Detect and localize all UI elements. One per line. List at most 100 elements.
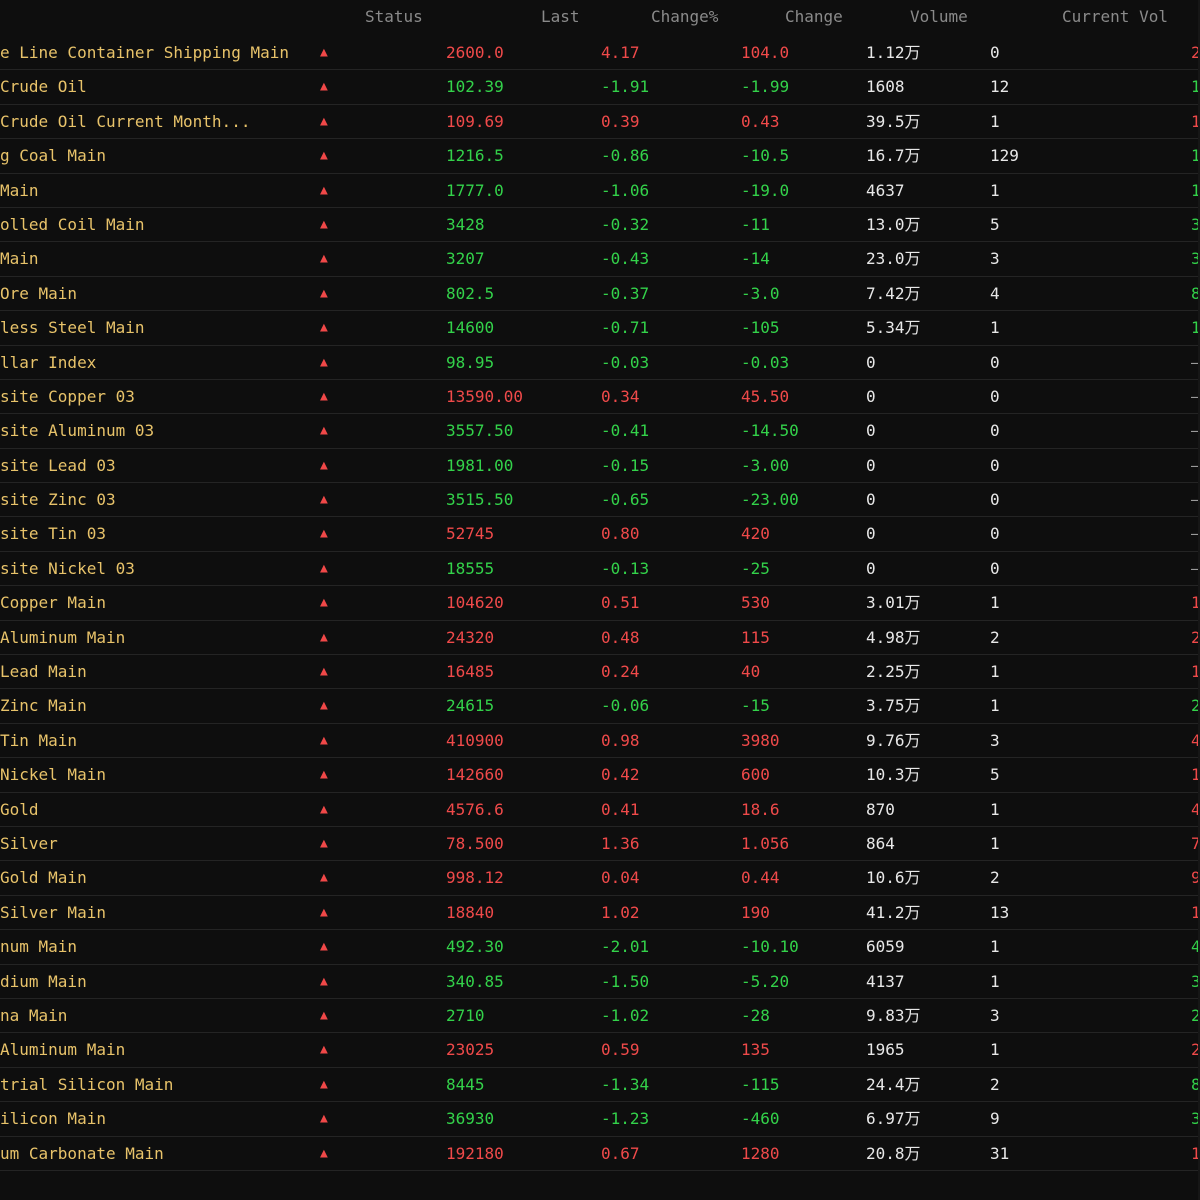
change-value: 1.056 bbox=[741, 833, 790, 853]
header-volume[interactable]: Volume bbox=[910, 7, 968, 26]
status-up-icon: ▲ bbox=[320, 560, 328, 576]
table-row[interactable]: Silver Main ▲ 18840 1.02 190 41.2万 13 1 bbox=[0, 896, 1200, 931]
status-up-icon: ▲ bbox=[320, 629, 328, 645]
table-row[interactable]: site Copper 03 ▲ 13590.00 0.34 45.50 0 0– bbox=[0, 380, 1200, 415]
change-percent: 0.48 bbox=[601, 627, 640, 647]
table-row[interactable]: ilicon Main ▲ 36930 -1.23 -460 6.97万 9 3 bbox=[0, 1102, 1200, 1137]
current-volume-value: 2 bbox=[990, 627, 1000, 647]
status-up-icon: ▲ bbox=[320, 79, 328, 95]
change-value: 0.43 bbox=[741, 111, 780, 131]
table-row[interactable]: Main ▲ 3207 -0.43 -14 23.0万 3 3 bbox=[0, 242, 1200, 277]
current-volume-value: 1 bbox=[990, 799, 1000, 819]
table-row[interactable]: site Aluminum 03 ▲ 3557.50 -0.41 -14.50 0 0– bbox=[0, 414, 1200, 449]
change-value: -5.20 bbox=[741, 971, 790, 991]
table-row[interactable]: site Nickel 03 ▲ 18555 -0.13 -25 0 0– bbox=[0, 552, 1200, 587]
change-value: 190 bbox=[741, 902, 770, 922]
volume-value: 1.12万 bbox=[866, 43, 921, 62]
volume-value: 10.3万 bbox=[866, 765, 921, 785]
instrument-name: dium Main bbox=[0, 971, 87, 991]
status-up-icon: ▲ bbox=[320, 457, 328, 473]
instrument-name: site Copper 03 bbox=[0, 386, 135, 406]
volume-value: 3.01万 bbox=[866, 593, 921, 613]
table-row[interactable]: Aluminum Main ▲ 23025 0.59 135 1965 1 2 bbox=[0, 1033, 1200, 1068]
table-row[interactable]: Ore Main ▲ 802.5 -0.37 -3.0 7.42万 4 8 bbox=[0, 277, 1200, 312]
status-up-icon: ▲ bbox=[320, 526, 328, 542]
status-up-icon: ▲ bbox=[320, 835, 328, 851]
change-value: -3.00 bbox=[741, 455, 790, 475]
table-row[interactable]: Zinc Main ▲ 24615 -0.06 -15 3.75万 1 2 bbox=[0, 689, 1200, 724]
last-price: 104620 bbox=[446, 593, 504, 613]
change-percent: 4.17 bbox=[601, 43, 640, 62]
table-row[interactable]: um Carbonate Main ▲ 192180 0.67 1280 20.8万 31 1 bbox=[0, 1137, 1200, 1171]
header-change[interactable]: Change bbox=[785, 7, 843, 26]
last-price: 802.5 bbox=[446, 283, 495, 303]
table-row[interactable]: Main ▲ 1777.0 -1.06 -19.0 4637 1 1 bbox=[0, 174, 1200, 208]
table-row[interactable]: Nickel Main ▲ 142660 0.42 600 10.3万 5 1 bbox=[0, 758, 1200, 793]
change-value: -3.0 bbox=[741, 283, 780, 303]
volume-value: 0 bbox=[866, 352, 876, 372]
last-price: 2600.0 bbox=[446, 43, 504, 62]
table-row[interactable]: llar Index ▲ 98.95 -0.03 -0.03 0 0– bbox=[0, 346, 1200, 380]
table-row[interactable]: olled Coil Main ▲ 3428 -0.32 -11 13.0万 5 3 bbox=[0, 208, 1200, 243]
table-row[interactable]: Gold Main ▲ 998.12 0.04 0.44 10.6万 2 9 bbox=[0, 861, 1200, 896]
header-change-pct[interactable]: Change% bbox=[651, 7, 718, 26]
last-price: 23025 bbox=[446, 1040, 495, 1060]
table-row[interactable]: na Main ▲ 2710 -1.02 -28 9.83万 3 2 bbox=[0, 999, 1200, 1034]
change-percent: 0.04 bbox=[601, 868, 640, 888]
change-value: 40 bbox=[741, 662, 761, 682]
current-volume-value: 1 bbox=[990, 180, 1000, 200]
status-up-icon: ▲ bbox=[320, 388, 328, 404]
change-value: 3980 bbox=[741, 730, 780, 750]
volume-value: 7.42万 bbox=[866, 283, 921, 303]
current-volume-value: 129 bbox=[990, 146, 1019, 166]
quote-board: Status Last Change% Change Volume Curren… bbox=[0, 0, 1200, 1200]
current-volume-value: 0 bbox=[990, 558, 1000, 578]
table-row[interactable]: Copper Main ▲ 104620 0.51 530 3.01万 1 1 bbox=[0, 586, 1200, 621]
last-price: 8445 bbox=[446, 1074, 485, 1094]
volume-value: 6059 bbox=[866, 937, 905, 957]
current-volume-value: 5 bbox=[990, 214, 1000, 234]
table-row[interactable]: Gold ▲ 4576.6 0.41 18.6 870 1 4 bbox=[0, 793, 1200, 827]
instrument-name: Gold Main bbox=[0, 868, 87, 888]
table-row[interactable]: Crude Oil Current Month... ▲ 109.69 0.39 0.4… bbox=[0, 105, 1200, 140]
status-up-icon: ▲ bbox=[320, 904, 328, 920]
table-header: Status Last Change% Change Volume Curren… bbox=[0, 0, 1200, 34]
table-row[interactable]: Crude Oil ▲ 102.39 -1.91 -1.99 1608 12 1 bbox=[0, 70, 1200, 105]
volume-value: 864 bbox=[866, 833, 895, 853]
instrument-name: site Aluminum 03 bbox=[0, 421, 155, 441]
status-up-icon: ▲ bbox=[320, 1111, 328, 1127]
last-price: 14600 bbox=[446, 318, 495, 338]
table-row[interactable]: Aluminum Main ▲ 24320 0.48 115 4.98万 2 2 bbox=[0, 621, 1200, 656]
change-percent: 0.67 bbox=[601, 1143, 640, 1163]
last-price: 1216.5 bbox=[446, 146, 504, 166]
table-row[interactable]: Silver ▲ 78.500 1.36 1.056 864 1 7 bbox=[0, 827, 1200, 862]
volume-value: 0 bbox=[866, 386, 876, 406]
current-volume-value: 2 bbox=[990, 1074, 1000, 1094]
table-row[interactable]: trial Silicon Main ▲ 8445 -1.34 -115 24.4万 2 8 bbox=[0, 1068, 1200, 1103]
volume-value: 41.2万 bbox=[866, 902, 921, 922]
instrument-name: trial Silicon Main bbox=[0, 1074, 174, 1094]
instrument-name: num Main bbox=[0, 937, 78, 957]
header-current-vol[interactable]: Current Vol bbox=[1062, 7, 1168, 26]
table-row[interactable]: site Lead 03 ▲ 1981.00 -0.15 -3.00 0 0– bbox=[0, 449, 1200, 484]
table-row[interactable]: less Steel Main ▲ 14600 -0.71 -105 5.34万 1 1 bbox=[0, 311, 1200, 346]
change-percent: 0.98 bbox=[601, 730, 640, 750]
status-up-icon: ▲ bbox=[320, 1042, 328, 1058]
header-status[interactable]: Status bbox=[365, 7, 423, 26]
current-volume-value: 3 bbox=[990, 730, 1000, 750]
instrument-name: Zinc Main bbox=[0, 696, 87, 716]
volume-value: 4637 bbox=[866, 180, 905, 200]
change-value: -25 bbox=[741, 558, 770, 578]
table-row[interactable]: Tin Main ▲ 410900 0.98 3980 9.76万 3 4 bbox=[0, 724, 1200, 759]
header-last[interactable]: Last bbox=[541, 7, 580, 26]
table-row[interactable]: site Tin 03 ▲ 52745 0.80 420 0 0– bbox=[0, 517, 1200, 552]
table-row[interactable]: dium Main ▲ 340.85 -1.50 -5.20 4137 1 3 bbox=[0, 965, 1200, 999]
table-row[interactable]: site Zinc 03 ▲ 3515.50 -0.65 -23.00 0 0– bbox=[0, 483, 1200, 518]
change-value: -10.5 bbox=[741, 146, 790, 166]
instrument-name: site Nickel 03 bbox=[0, 558, 135, 578]
table-row[interactable]: Lead Main ▲ 16485 0.24 40 2.25万 1 1 bbox=[0, 655, 1200, 690]
table-row[interactable]: num Main ▲ 492.30 -2.01 -10.10 6059 1 4 bbox=[0, 930, 1200, 965]
table-row[interactable]: g Coal Main ▲ 1216.5 -0.86 -10.5 16.7万 129 1 bbox=[0, 139, 1200, 174]
table-row[interactable]: e Line Container Shipping Main ▲ 2600.0 4.1… bbox=[0, 36, 1200, 71]
last-price: 192180 bbox=[446, 1143, 504, 1163]
